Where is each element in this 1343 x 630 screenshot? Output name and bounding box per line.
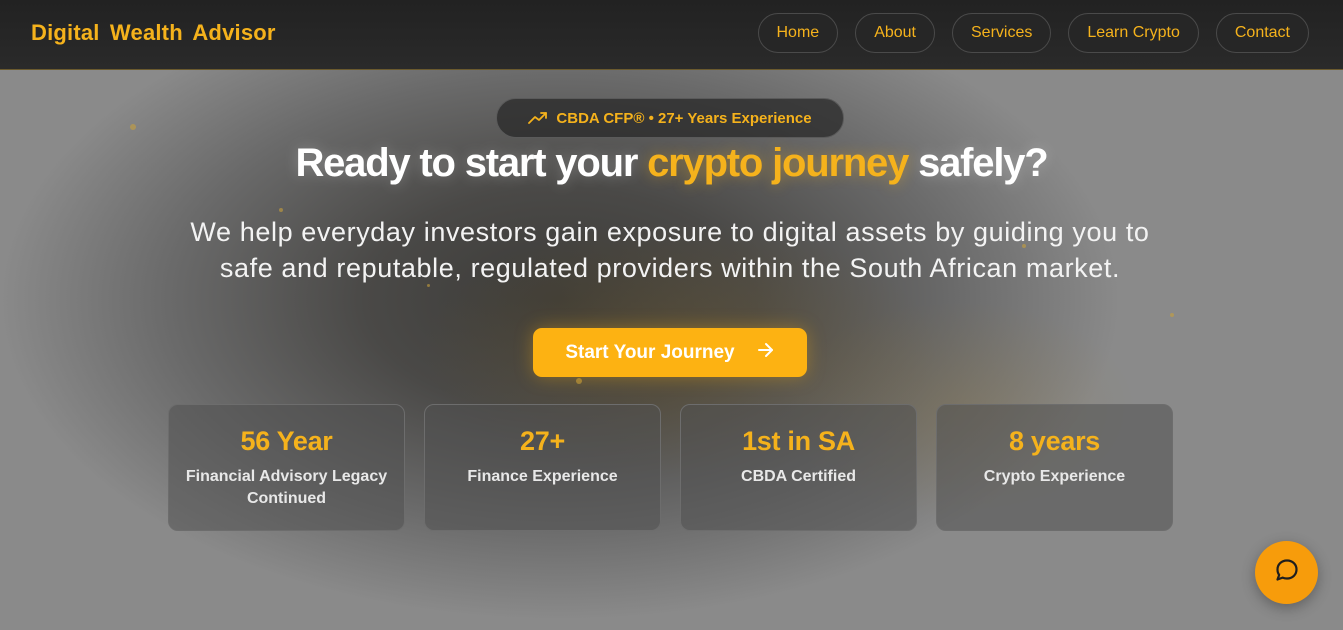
nav-about[interactable]: About [855,13,935,53]
stat-card: 27+ Finance Experience [424,404,661,531]
decorative-particle [576,378,582,384]
headline-text-end: safely? [908,141,1049,185]
decorative-particle [130,124,136,130]
arrow-right-icon [757,342,775,364]
decorative-particle [279,208,283,212]
headline-text: Ready to start your [295,141,648,185]
hero-headline: Ready to start your crypto journey safel… [0,141,1343,186]
nav-home[interactable]: Home [757,13,839,53]
badge-text: CBDA CFP® • 27+ Years Experience [556,109,812,127]
stats-row: 56 Year Financial Advisory Legacy Contin… [168,404,1173,531]
stat-value: 1st in SA [742,426,855,456]
nav-services[interactable]: Services [952,13,1052,53]
stat-label: CBDA Certified [741,468,856,485]
stat-card: 1st in SA CBDA Certified [680,404,917,531]
credentials-badge: CBDA CFP® • 27+ Years Experience [496,98,844,138]
stat-card: 8 years Crypto Experience [936,404,1173,531]
start-journey-button[interactable]: Start Your Journey [533,328,807,377]
hero-subtext: We help everyday investors gain exposure… [190,217,1150,283]
chat-bubble-icon [1273,556,1301,589]
trending-up-icon [528,111,548,125]
cta-label: Start Your Journey [565,341,735,363]
stat-label: Crypto Experience [983,468,1126,485]
stat-value: 27+ [520,426,565,456]
site-header: Digital Wealth Advisor Home About Servic… [0,0,1343,70]
headline-accent: crypto journey [647,141,909,185]
stat-label: Finance Experience [467,468,618,485]
stat-value: 56 Year [240,426,333,456]
stat-card: 56 Year Financial Advisory Legacy Contin… [168,404,405,531]
main-nav: Home About Services Learn Crypto Contact [757,13,1309,53]
nav-contact[interactable]: Contact [1215,13,1309,53]
decorative-particle [1170,313,1174,317]
nav-learn-crypto[interactable]: Learn Crypto [1068,13,1199,53]
stat-value: 8 years [1009,426,1100,456]
brand-logo[interactable]: Digital Wealth Advisor [31,20,276,46]
chat-button[interactable] [1255,541,1318,604]
stat-label: Financial Advisory Legacy Continued [185,468,388,507]
